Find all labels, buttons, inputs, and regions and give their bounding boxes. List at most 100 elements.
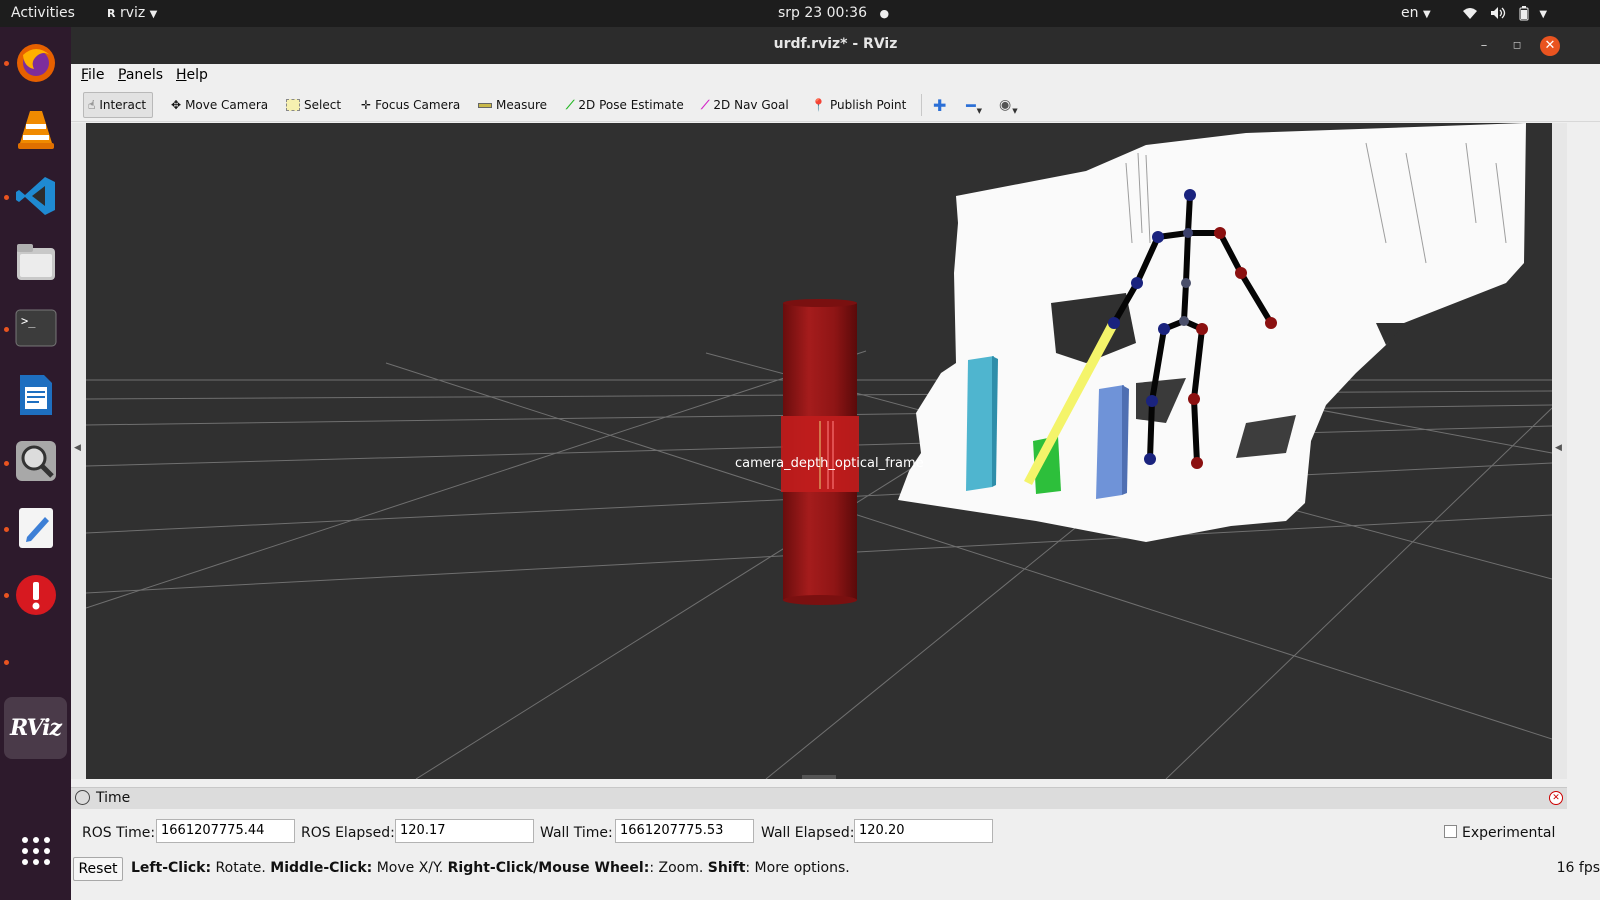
add-tool-button[interactable]: ✚ xyxy=(933,92,946,118)
experimental-label: Experimental xyxy=(1462,825,1556,841)
update-alert-icon[interactable] xyxy=(12,571,60,619)
running-indicator xyxy=(4,461,9,466)
datetime-label: srp 23 00:36 xyxy=(778,5,867,21)
hint-text-3: : Zoom. xyxy=(649,860,708,876)
running-indicator xyxy=(4,61,9,66)
running-indicator xyxy=(4,195,9,200)
tool-toolbar: ☝ Interact ✥ Move Camera Select ✛ Focus … xyxy=(71,88,1600,122)
select-label: Select xyxy=(304,98,342,112)
move-arrows-icon: ✥ xyxy=(171,98,182,112)
3d-render-viewport[interactable]: camera_depth_optical_frame xyxy=(86,123,1552,779)
map-pin-icon: 📍 xyxy=(811,98,826,112)
menu-bar: File Panels Help xyxy=(71,64,1600,88)
time-panel-header[interactable]: Time ✕ xyxy=(71,787,1567,809)
running-indicator xyxy=(4,660,9,665)
scene-render: camera_depth_optical_frame xyxy=(86,123,1552,779)
ubuntu-dock: >_ RViz xyxy=(0,27,71,900)
tool-properties-button[interactable]: ◉ ▼ xyxy=(999,92,1018,118)
robot-cylinder-link xyxy=(781,299,859,605)
hand-pointer-icon: ☝ xyxy=(88,98,96,112)
ros-time-label: ROS Time: xyxy=(82,825,156,841)
activities-button[interactable]: Activities xyxy=(11,5,75,21)
wall-elapsed-field[interactable]: 120.20 xyxy=(854,819,993,843)
terminal-icon[interactable]: >_ xyxy=(12,304,60,352)
experimental-checkbox[interactable] xyxy=(1444,825,1457,838)
ros-elapsed-field[interactable]: 120.17 xyxy=(395,819,534,843)
right-dock-collapse[interactable]: ◀ xyxy=(1552,123,1567,779)
splitter-handle[interactable] xyxy=(802,775,836,779)
measure-label: Measure xyxy=(496,98,547,112)
close-panel-icon[interactable]: ✕ xyxy=(1549,791,1563,805)
menu-file[interactable]: File xyxy=(81,67,104,83)
plus-icon: ✚ xyxy=(933,95,947,115)
battery-icon xyxy=(1519,5,1529,20)
running-indicator xyxy=(4,593,9,598)
hint-text-1: Rotate. xyxy=(211,860,271,876)
crosshair-icon: ✛ xyxy=(361,98,372,112)
chevron-down-icon: ▼ xyxy=(1539,9,1548,20)
publish-point-button[interactable]: 📍 Publish Point xyxy=(811,92,906,118)
system-tray[interactable]: ▼ xyxy=(1462,5,1547,21)
time-panel-title: Time xyxy=(96,790,131,806)
nav-goal-label: 2D Nav Goal xyxy=(713,98,789,112)
minimize-button[interactable]: – xyxy=(1474,36,1494,56)
rviz-icon[interactable]: RViz xyxy=(4,697,67,759)
select-tool-button[interactable]: Select xyxy=(286,92,341,118)
measure-tool-button[interactable]: Measure xyxy=(478,92,547,118)
firefox-icon[interactable] xyxy=(12,39,60,87)
hint-bold-4: Shift xyxy=(707,860,746,876)
wall-time-field[interactable]: 1661207775.53 xyxy=(615,819,754,843)
running-indicator xyxy=(4,527,9,532)
maximize-button[interactable]: ◻ xyxy=(1507,36,1527,56)
hint-bold-3: Right-Click/Mouse Wheel: xyxy=(447,860,650,876)
ros-time-field[interactable]: 1661207775.44 xyxy=(156,819,295,843)
move-camera-label: Move Camera xyxy=(185,98,269,112)
remove-tool-button[interactable]: ━ ▼ xyxy=(966,92,982,118)
rviz-window: urdf.rviz* - RViz – ◻ ✕ File Panels Help… xyxy=(71,27,1600,900)
magenta-arrow-icon: ⟋ xyxy=(701,97,710,112)
chevron-down-icon: ▼ xyxy=(149,9,158,20)
writer-icon[interactable] xyxy=(12,371,60,419)
select-rect-icon xyxy=(286,99,300,111)
search-icon[interactable] xyxy=(12,437,60,485)
hint-bold-2: Middle-Click: xyxy=(270,860,373,876)
focus-camera-button[interactable]: ✛ Focus Camera xyxy=(361,92,460,118)
toolbar-separator xyxy=(921,94,922,116)
app-menu-button[interactable]: R rviz ▼ xyxy=(107,5,157,21)
status-hint: Left-Click: Rotate. Middle-Click: Move X… xyxy=(131,860,850,876)
fps-counter: 16 fps xyxy=(1556,860,1600,876)
app-menu-label: rviz xyxy=(119,5,146,21)
running-indicator xyxy=(4,327,9,332)
system-top-bar: Activities R rviz ▼ srp 23 00:36 ● en ▼ … xyxy=(0,0,1600,27)
window-title: urdf.rviz* - RViz xyxy=(773,36,898,52)
interact-tool-button[interactable]: ☝ Interact xyxy=(83,92,154,118)
status-bar: Reset Left-Click: Rotate. Middle-Click: … xyxy=(71,857,1600,900)
wall-time-label: Wall Time: xyxy=(540,825,613,841)
menu-help[interactable]: Help xyxy=(176,67,208,83)
chevron-left-icon: ◀ xyxy=(1555,443,1562,453)
apps-grid-icon[interactable] xyxy=(12,827,60,875)
language-selector[interactable]: en ▼ xyxy=(1401,5,1431,21)
minus-icon: ━ xyxy=(966,95,976,115)
interact-label: Interact xyxy=(99,98,147,112)
pose-estimate-button[interactable]: ⟋ 2D Pose Estimate xyxy=(566,92,684,118)
move-camera-button[interactable]: ✥ Move Camera xyxy=(171,92,268,118)
tf-frame-label: camera_depth_optical_frame xyxy=(735,456,924,471)
eye-icon: ◉ xyxy=(999,97,1012,113)
window-titlebar[interactable]: urdf.rviz* - RViz – ◻ ✕ xyxy=(71,27,1600,64)
nav-goal-button[interactable]: ⟋ 2D Nav Goal xyxy=(701,92,789,118)
files-icon[interactable] xyxy=(12,238,60,286)
vscode-icon[interactable] xyxy=(12,172,60,220)
reset-button[interactable]: Reset xyxy=(73,857,123,881)
chevron-left-icon: ◀ xyxy=(74,443,81,453)
text-editor-icon[interactable] xyxy=(12,504,60,552)
vlc-icon[interactable] xyxy=(12,105,60,153)
notification-dot-icon: ● xyxy=(879,7,890,20)
menu-panels[interactable]: Panels xyxy=(118,67,163,83)
language-label: en xyxy=(1401,5,1419,21)
ros-elapsed-label: ROS Elapsed: xyxy=(301,825,395,841)
left-dock-collapse[interactable]: ◀ xyxy=(71,123,86,779)
close-button[interactable]: ✕ xyxy=(1540,36,1560,56)
clock[interactable]: srp 23 00:36 ● xyxy=(778,5,889,21)
chevron-down-icon: ▼ xyxy=(1422,9,1431,20)
